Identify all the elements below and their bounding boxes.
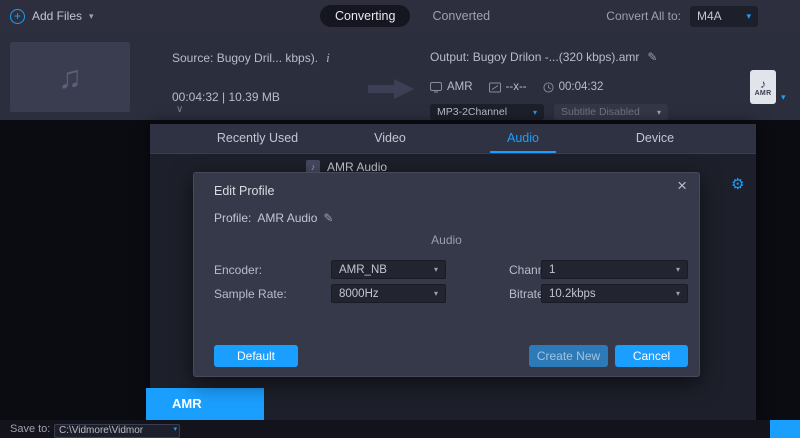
sample-rate-label: Sample Rate:: [214, 287, 287, 301]
chevron-down-icon: ▾: [676, 265, 680, 274]
edit-pencil-icon[interactable]: ✎: [323, 211, 333, 225]
expand-chevron-icon[interactable]: ∨: [176, 104, 183, 115]
convert-all-label: Convert All to:: [606, 9, 681, 23]
save-path-group: ▾: [54, 422, 180, 436]
chevron-down-icon: ▾: [746, 11, 751, 22]
resolution-icon: [489, 82, 501, 93]
media-thumbnail: ♫: [10, 42, 130, 112]
chevron-down-icon: ▾: [533, 108, 537, 117]
plus-icon: +: [10, 9, 25, 24]
convert-all-group: Convert All to: M4A ▾: [606, 0, 758, 32]
encoder-select[interactable]: AMR_NB ▾: [331, 260, 446, 279]
output-filename: Output: Bugoy Drilon -...(320 kbps).amr: [430, 50, 639, 64]
sidebar-item-amr[interactable]: AMR: [146, 388, 264, 420]
tab-audio[interactable]: Audio: [490, 124, 556, 153]
section-title: Audio: [194, 233, 699, 247]
close-icon[interactable]: ×: [677, 177, 687, 194]
chevron-down-icon: ▾: [89, 11, 94, 22]
music-note-icon: ♪: [760, 78, 766, 90]
source-duration-size: 00:04:32 | 10.39 MB: [172, 90, 280, 104]
bottom-bar: Save to: ▾: [0, 420, 800, 438]
tab-device[interactable]: Device: [622, 124, 688, 153]
format-icon: [430, 82, 442, 93]
source-info: Source: Bugoy Dril... kbps). i: [172, 50, 330, 66]
convert-all-button[interactable]: [770, 420, 800, 438]
edit-profile-dialog: Edit Profile × Profile: AMR Audio ✎ Audi…: [193, 172, 700, 377]
rename-pencil-icon[interactable]: ✎: [647, 50, 657, 64]
output-properties: AMR --x-- 00:04:32: [430, 81, 613, 93]
convert-all-value: M4A: [697, 9, 722, 23]
create-new-button[interactable]: Create New: [529, 345, 608, 367]
cancel-button[interactable]: Cancel: [615, 345, 688, 367]
tab-converted[interactable]: Converted: [432, 9, 490, 23]
chevron-down-icon: ▾: [657, 108, 661, 117]
music-note-icon: ♫: [58, 61, 82, 93]
add-files-label: Add Files: [32, 9, 82, 23]
tab-recently-used[interactable]: Recently Used: [210, 124, 305, 153]
app-window: + Add Files ▾ Converting Converted Conve…: [0, 0, 800, 438]
file-row: ♫ Source: Bugoy Dril... kbps). i 00:04:3…: [0, 32, 800, 120]
top-tabs: Converting Converted: [320, 0, 490, 32]
audio-channel-select[interactable]: MP3-2Channel ▾: [430, 104, 544, 120]
subtitle-select[interactable]: Subtitle Disabled ▾: [554, 104, 668, 120]
format-label: AMR: [755, 90, 772, 97]
bitrate-select[interactable]: 10.2kbps ▾: [541, 284, 688, 303]
channel-select[interactable]: 1 ▾: [541, 260, 688, 279]
chevron-down-icon[interactable]: ▾: [173, 425, 177, 433]
profile-tabs: Recently Used Video Audio Device: [150, 124, 756, 154]
output-info: Output: Bugoy Drilon -...(320 kbps).amr …: [430, 50, 657, 64]
output-format-button[interactable]: ♪ AMR: [750, 70, 776, 104]
default-button[interactable]: Default: [214, 345, 298, 367]
convert-all-select[interactable]: M4A ▾: [690, 6, 758, 27]
chevron-down-icon: ▾: [676, 289, 680, 298]
duration-badge: 00:04:32: [543, 81, 604, 93]
dialog-title: Edit Profile: [214, 184, 274, 198]
profile-name-row: Profile: AMR Audio ✎: [214, 211, 333, 225]
save-to-label: Save to:: [10, 420, 50, 438]
chevron-down-icon[interactable]: ▾: [781, 92, 786, 103]
tab-video[interactable]: Video: [360, 124, 420, 153]
save-path-input[interactable]: [54, 424, 180, 438]
tab-converting[interactable]: Converting: [320, 5, 410, 27]
resolution-badge: --x--: [489, 81, 527, 93]
add-files-button[interactable]: + Add Files ▾: [10, 0, 94, 32]
chevron-down-icon: ▾: [434, 289, 438, 298]
info-icon[interactable]: i: [326, 50, 330, 66]
gear-icon[interactable]: ⚙: [731, 177, 744, 192]
format-badge: AMR: [430, 81, 473, 93]
clock-icon: [543, 82, 554, 93]
encoder-label: Encoder:: [214, 263, 262, 277]
profile-label: Profile:: [214, 211, 251, 225]
output-selects: MP3-2Channel ▾ Subtitle Disabled ▾: [430, 104, 668, 120]
profile-value: AMR Audio: [257, 211, 317, 225]
arrow-right-icon: [368, 78, 414, 103]
chevron-down-icon: ▾: [434, 265, 438, 274]
top-toolbar: + Add Files ▾ Converting Converted Conve…: [0, 0, 800, 32]
source-filename: Source: Bugoy Dril... kbps).: [172, 51, 318, 65]
sample-rate-select[interactable]: 8000Hz ▾: [331, 284, 446, 303]
